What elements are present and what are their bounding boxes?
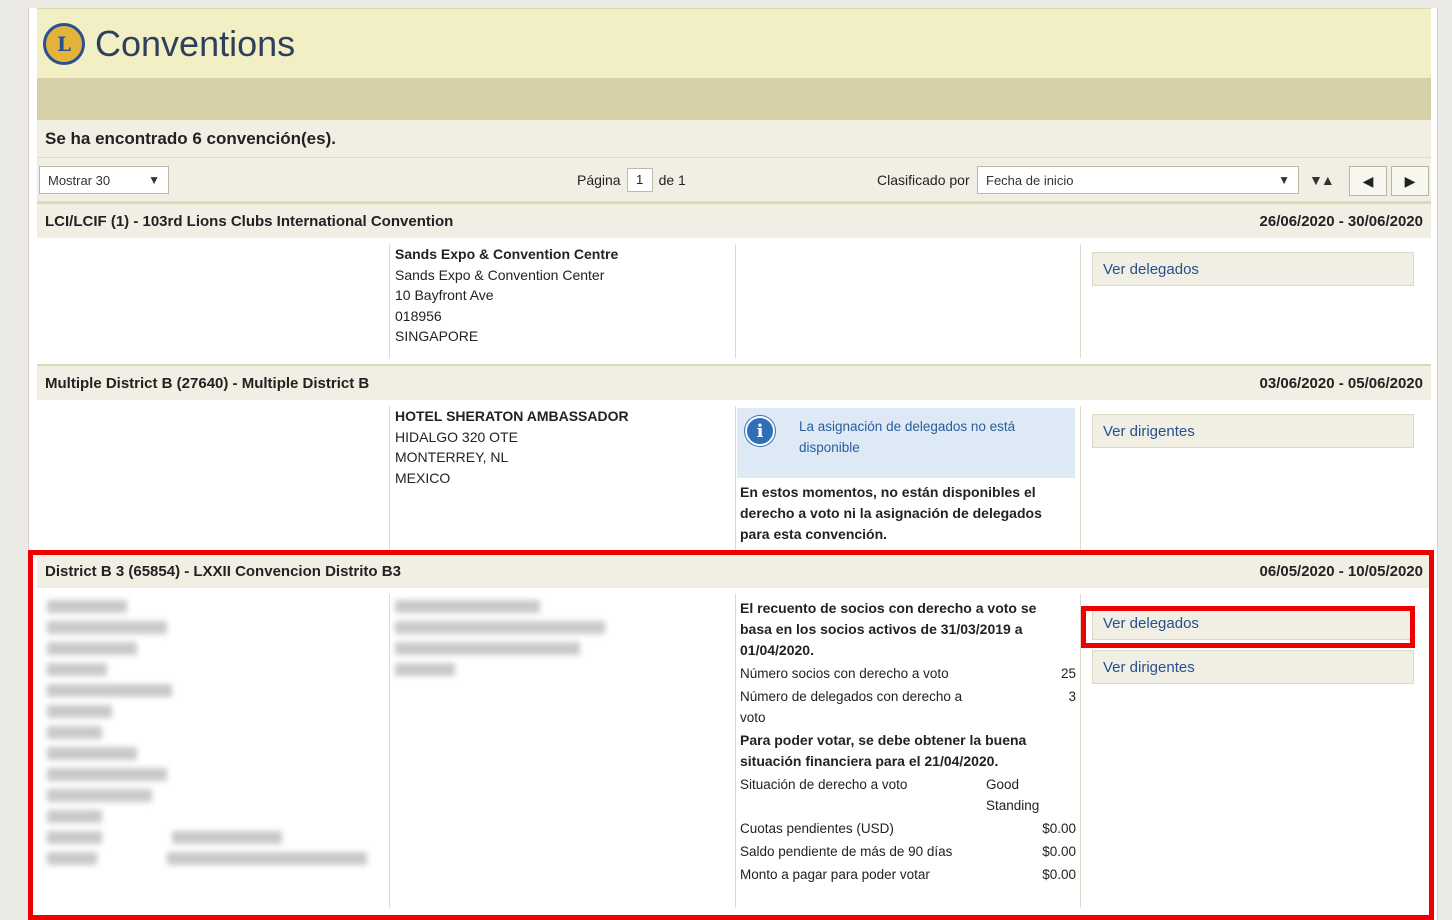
convention-title: LCI/LCIF (1) - 103rd Lions Clubs Interna…	[45, 212, 454, 230]
divider	[389, 244, 390, 358]
page-input[interactable]: 1	[626, 168, 653, 192]
divider	[735, 406, 736, 552]
sort-value: Fecha de inicio	[986, 172, 1074, 188]
convention-title: Multiple District B (27640) - Multiple D…	[45, 374, 370, 392]
divider	[1080, 244, 1081, 358]
page-total: de 1	[658, 172, 686, 188]
convention-details: HOTEL SHERATON AMBASSADOR HIDALGO 320 OT…	[37, 400, 1431, 552]
venue-address: HOTEL SHERATON AMBASSADOR HIDALGO 320 OT…	[395, 406, 629, 488]
venue-line: HIDALGO 320 OTE	[395, 428, 518, 445]
venue-name: HOTEL SHERATON AMBASSADOR	[395, 408, 629, 424]
venue-line: 018956	[395, 307, 442, 324]
divider	[389, 406, 390, 552]
venue-line: 10 Bayfront Ave	[395, 287, 494, 303]
results-count: Se ha encontrado 6 convención(es).	[37, 120, 1431, 158]
page-header: L Conventions	[37, 8, 1431, 78]
chevron-down-icon: ▼	[1278, 173, 1290, 187]
next-page-button[interactable]: ▶	[1391, 166, 1429, 196]
convention-header: LCI/LCIF (1) - 103rd Lions Clubs Interna…	[37, 202, 1431, 238]
pager: Página 1 de 1	[577, 166, 686, 194]
lions-logo-icon: L	[43, 22, 85, 65]
chevron-down-icon: ▼	[148, 173, 160, 187]
divider	[735, 244, 736, 358]
page-title: Conventions	[95, 22, 296, 64]
page-size-select[interactable]: Mostrar 30 ▼	[39, 166, 169, 194]
toolbar: Mostrar 30 ▼ Página 1 de 1 Clasificado p…	[37, 158, 1431, 202]
page-size-value: Mostrar 30	[48, 172, 111, 188]
venue-address: Sands Expo & Convention Centre Sands Exp…	[395, 244, 618, 347]
highlight-box	[1081, 606, 1415, 648]
venue-line: MEXICO	[395, 469, 451, 486]
page-label: Página	[577, 172, 621, 188]
sort-direction-icon[interactable]: ▼▲	[1309, 172, 1335, 188]
info-text: La asignación de delegados no está dispo…	[799, 419, 1016, 455]
divider	[1080, 406, 1081, 552]
convention-header: Multiple District B (27640) - Multiple D…	[37, 364, 1431, 400]
header-band	[37, 78, 1431, 120]
convention-details: Sands Expo & Convention Centre Sands Exp…	[37, 238, 1431, 364]
previous-page-button[interactable]: ◀	[1349, 166, 1387, 196]
venue-line: MONTERREY, NL	[395, 449, 509, 465]
convention-dates: 26/06/2020 - 30/06/2020	[1259, 212, 1423, 230]
view-delegates-button[interactable]: Ver delegados	[1092, 252, 1414, 286]
arrow-left-icon: ◀	[1362, 172, 1374, 189]
convention-dates: 03/06/2020 - 05/06/2020	[1259, 374, 1423, 392]
voting-notice: En estos momentos, no están disponibles …	[740, 484, 1042, 542]
info-message: i La asignación de delegados no está dis…	[737, 408, 1075, 478]
venue-name: Sands Expo & Convention Centre	[395, 246, 619, 262]
info-icon: i	[745, 416, 775, 446]
logo-letter: L	[56, 31, 72, 56]
arrow-right-icon: ▶	[1404, 172, 1416, 189]
venue-line: SINGAPORE	[395, 328, 479, 344]
venue-line: Sands Expo & Convention Center	[395, 266, 605, 283]
sort-label: Clasificado por	[877, 172, 970, 188]
view-officers-button[interactable]: Ver dirigentes	[1092, 414, 1414, 448]
sort-select[interactable]: Fecha de inicio ▼	[977, 166, 1299, 194]
